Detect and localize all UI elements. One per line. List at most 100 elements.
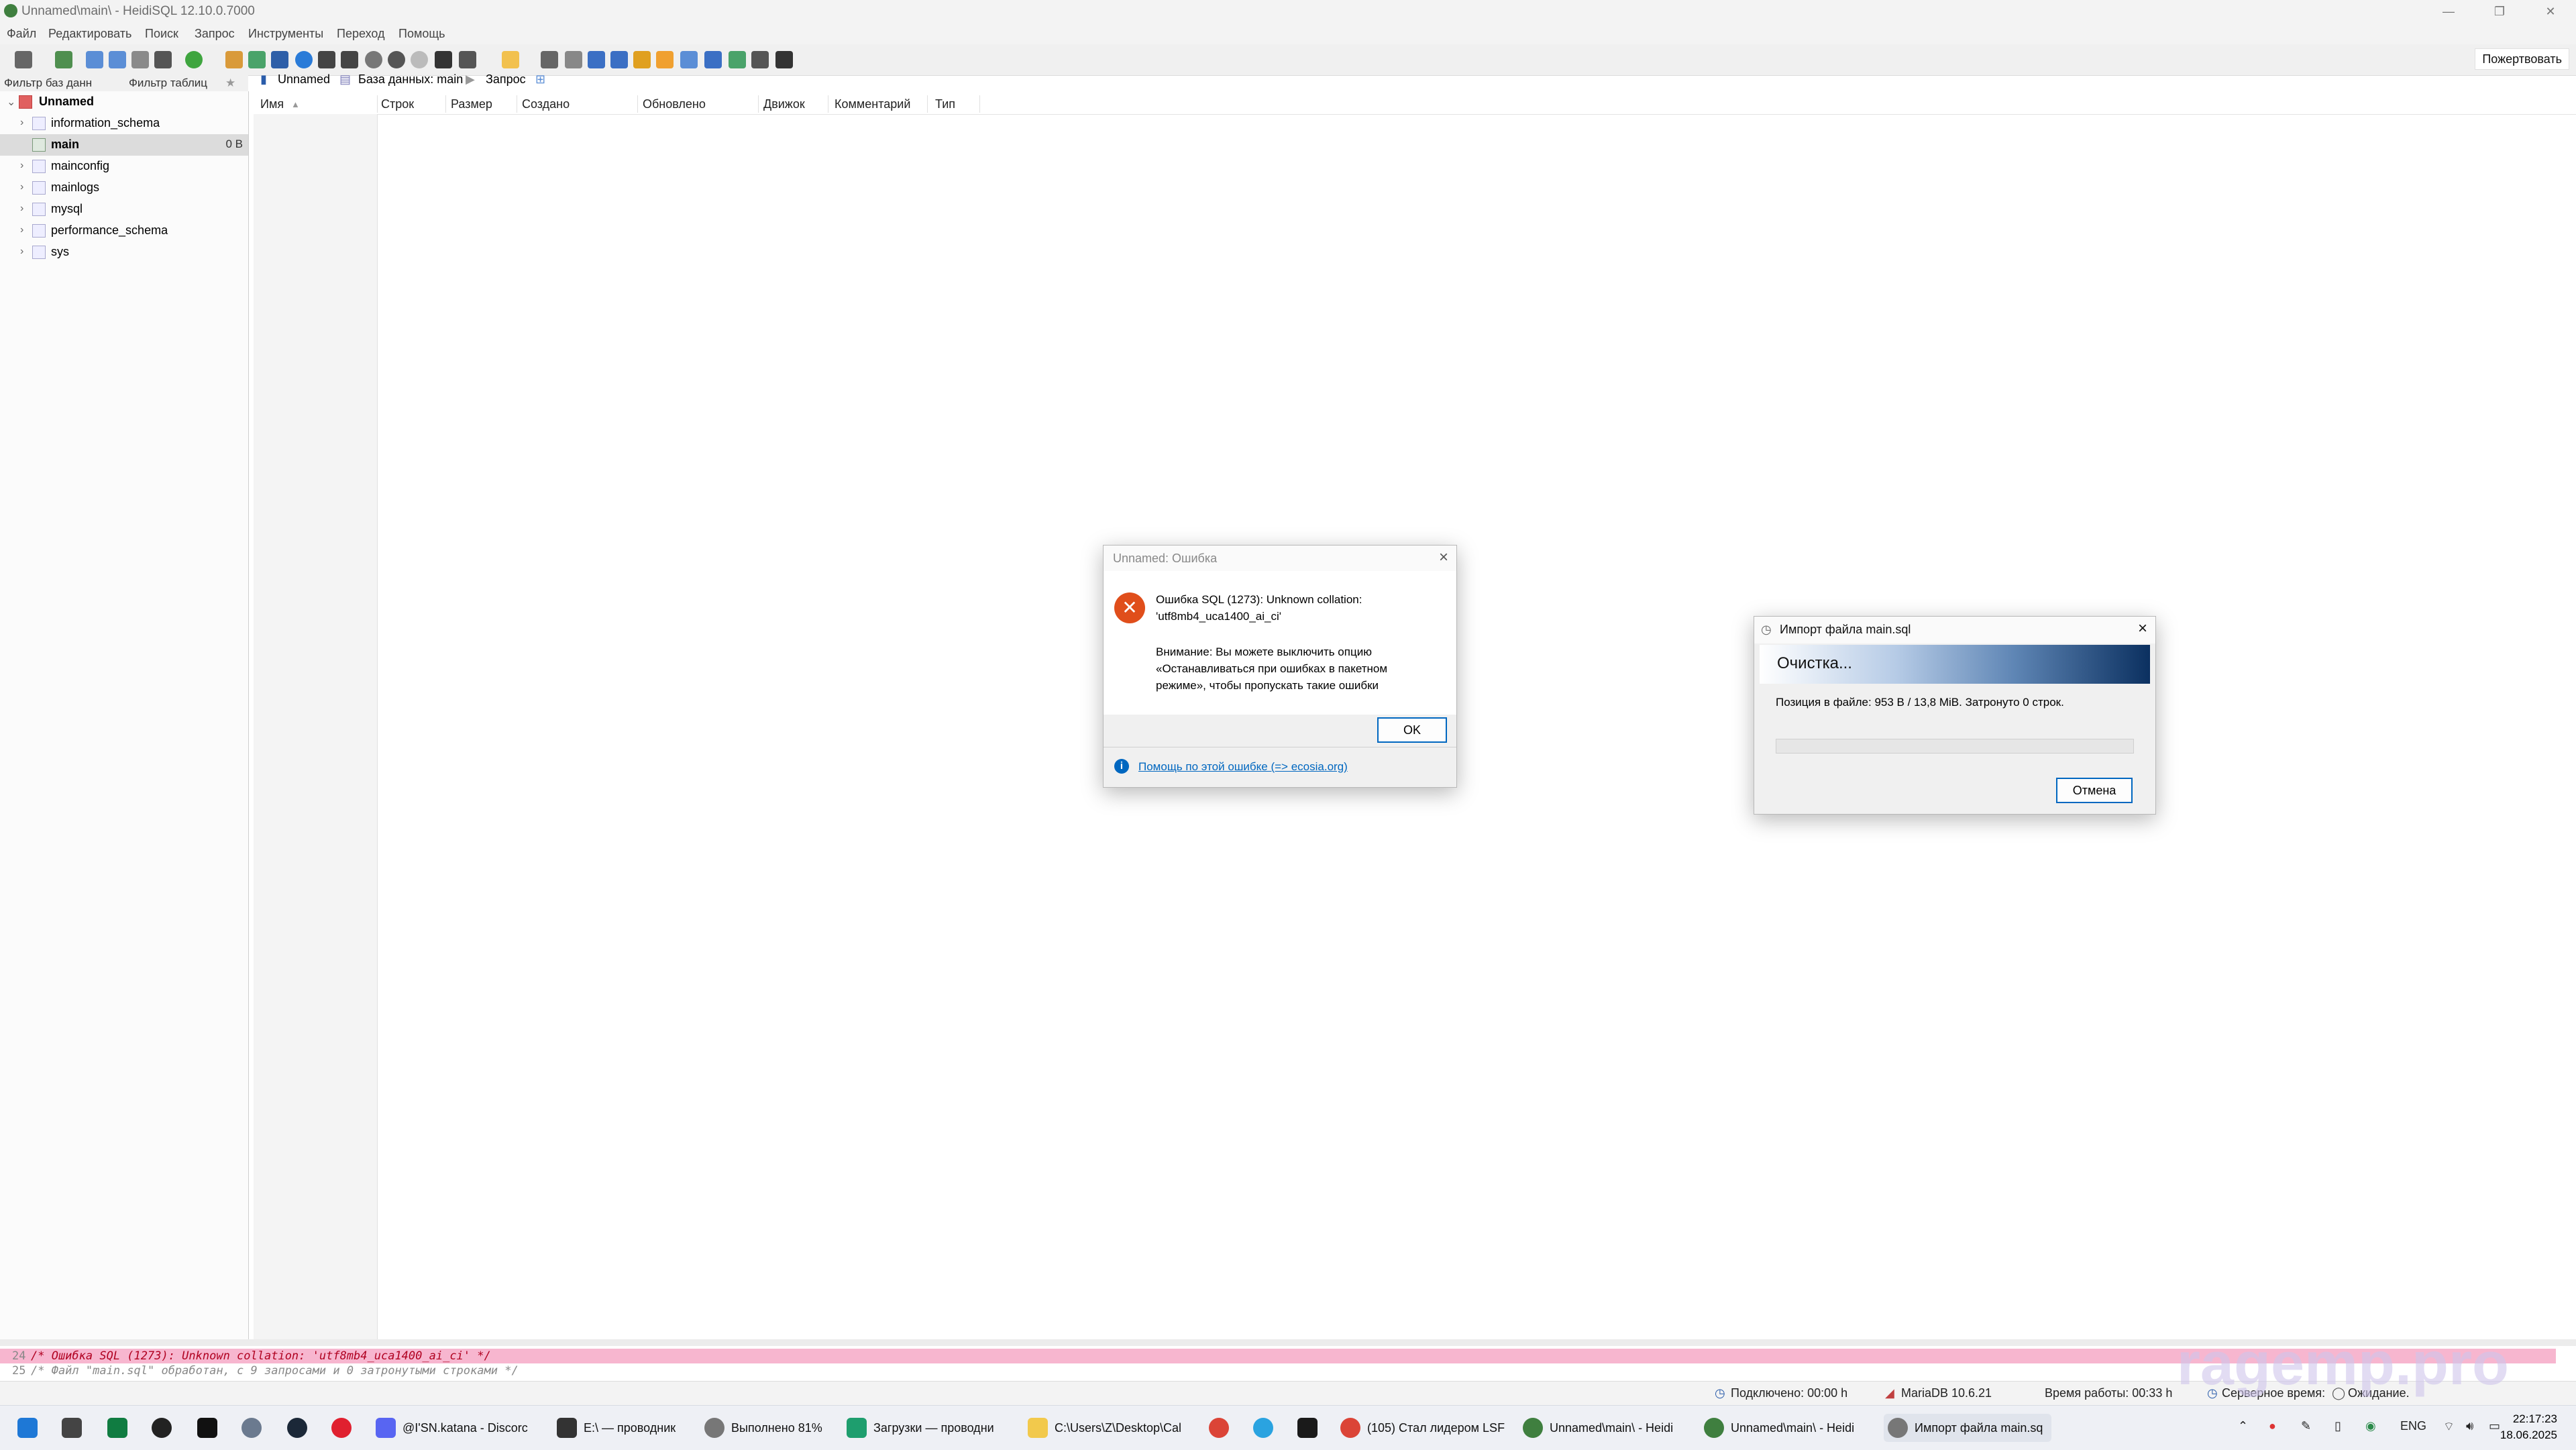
new-query-tab-icon[interactable]: ⊞ <box>535 72 545 87</box>
tree-item[interactable]: › mysql <box>0 199 248 220</box>
help-link[interactable]: Помощь по этой ошибке (=> ecosia.org) <box>1138 760 1348 774</box>
tree-item[interactable]: › mainlogs <box>0 177 248 199</box>
column-type[interactable]: Тип <box>935 97 955 111</box>
add-icon[interactable] <box>365 51 382 68</box>
taskbar-item-active[interactable]: Импорт файла main.sq <box>1884 1414 2051 1442</box>
expand-icon[interactable]: › <box>20 203 23 215</box>
first-icon[interactable] <box>318 51 335 68</box>
maintenance-icon[interactable] <box>248 51 266 68</box>
column-name[interactable]: Имя <box>260 97 284 111</box>
run-routine-icon[interactable] <box>633 51 651 68</box>
language-indicator[interactable]: ENG <box>2400 1419 2426 1433</box>
exit-icon[interactable] <box>775 51 793 68</box>
taskbar-item[interactable]: Unnamed\main\ - Heidi <box>1704 1414 1872 1442</box>
user-manager-icon[interactable] <box>225 51 243 68</box>
session-manager-icon[interactable] <box>15 51 32 68</box>
network-app-icon[interactable]: ◉ <box>2365 1419 2376 1433</box>
database-filter-input[interactable]: Фильтр баз данн <box>4 76 92 90</box>
restore-button[interactable]: ❐ <box>2474 0 2525 23</box>
volume-icon[interactable]: 🔊︎ <box>2466 1419 2473 1433</box>
column-comment[interactable]: Комментарий <box>835 97 910 111</box>
save-icon[interactable] <box>541 51 558 68</box>
cancel-icon[interactable] <box>435 51 452 68</box>
settings-icon[interactable] <box>751 51 769 68</box>
tree-item[interactable]: › sys <box>0 242 248 263</box>
delete-icon[interactable] <box>388 51 405 68</box>
column-updated[interactable]: Обновлено <box>643 97 706 111</box>
tree-item[interactable]: › performance_schema <box>0 220 248 242</box>
disconnect-icon[interactable] <box>55 51 72 68</box>
refresh-icon[interactable] <box>185 51 203 68</box>
tree-item[interactable]: › information_schema <box>0 113 248 134</box>
column-rows[interactable]: Строк <box>381 97 414 111</box>
expand-icon[interactable]: › <box>20 117 23 129</box>
table-filter-input[interactable]: Фильтр таблиц <box>129 76 207 90</box>
taskbar-item[interactable]: E:\ — проводник <box>557 1414 691 1442</box>
r-app-button[interactable] <box>1297 1414 1324 1442</box>
taskbar-item[interactable]: C:\Users\Z\Desktop\Cal <box>1028 1414 1195 1442</box>
star-icon[interactable]: ★ <box>225 76 235 90</box>
media-player-button[interactable] <box>152 1414 178 1442</box>
format-sql-icon[interactable] <box>656 51 674 68</box>
taskbar-item[interactable]: (105) Стал лидером LSF <box>1340 1414 1515 1442</box>
expand-icon[interactable]: › <box>20 224 23 236</box>
pen-icon[interactable]: ✎ <box>2301 1419 2311 1433</box>
taskbar-item[interactable]: Unnamed\main\ - Heidi <box>1523 1414 1690 1442</box>
tab-query[interactable]: Запрос <box>486 72 526 87</box>
post-icon[interactable] <box>411 51 428 68</box>
tree-item[interactable]: › mainconfig <box>0 156 248 177</box>
battery-icon[interactable]: ▭ <box>2489 1419 2500 1433</box>
print-icon[interactable] <box>154 51 172 68</box>
start-button[interactable] <box>17 1414 44 1442</box>
replace-icon[interactable] <box>610 51 628 68</box>
steam-button[interactable] <box>287 1414 314 1442</box>
menu-go[interactable]: Переход <box>337 27 385 41</box>
wifi-icon[interactable]: ⌔ <box>2443 1419 2455 1435</box>
help-icon[interactable] <box>295 51 313 68</box>
undo-icon[interactable] <box>131 51 149 68</box>
chrome-button[interactable] <box>1209 1414 1236 1442</box>
expand-icon[interactable]: › <box>20 181 23 193</box>
cancel-button[interactable]: Отмена <box>2056 778 2133 803</box>
opera-button[interactable] <box>331 1414 358 1442</box>
minimize-button[interactable]: — <box>2423 0 2474 23</box>
paste-icon[interactable] <box>109 51 126 68</box>
copy-icon[interactable] <box>86 51 103 68</box>
taskbar-item[interactable]: Загрузки — проводни <box>847 1414 1014 1442</box>
column-size[interactable]: Размер <box>451 97 492 111</box>
expand-icon[interactable]: › <box>20 160 23 172</box>
menu-search[interactable]: Поиск <box>145 27 178 41</box>
task-view-button[interactable] <box>62 1414 89 1442</box>
close-icon[interactable]: × <box>2138 619 2147 638</box>
column-created[interactable]: Создано <box>522 97 570 111</box>
tree-root[interactable]: ⌄ Unnamed <box>0 91 248 113</box>
tree-item-selected[interactable]: main 0 B <box>0 134 248 156</box>
ok-button[interactable]: OK <box>1377 717 1447 743</box>
find-icon[interactable] <box>588 51 605 68</box>
telegram-button[interactable] <box>1253 1414 1280 1442</box>
tab-database[interactable]: База данных: main <box>358 72 463 87</box>
close-icon[interactable]: × <box>1439 548 1448 567</box>
menu-query[interactable]: Запрос <box>195 27 235 41</box>
close-window-button[interactable]: ✕ <box>2525 0 2576 23</box>
taskbar-item[interactable]: Выполнено 81% <box>704 1414 839 1442</box>
tab-host[interactable]: Unnamed <box>278 72 330 87</box>
open-folder-icon[interactable] <box>502 51 519 68</box>
sync-icon[interactable] <box>729 51 746 68</box>
save-as-icon[interactable] <box>565 51 582 68</box>
taskbar-item[interactable]: @I'SN.katana - Discorc <box>376 1414 537 1442</box>
excel-button[interactable] <box>107 1414 134 1442</box>
menu-edit[interactable]: Редактировать <box>48 27 131 41</box>
rockstar-button[interactable] <box>197 1414 224 1442</box>
menu-tools[interactable]: Инструменты <box>248 27 323 41</box>
collapse-icon[interactable]: ⌄ <box>7 95 15 109</box>
binary-icon[interactable] <box>680 51 698 68</box>
column-engine[interactable]: Движок <box>763 97 805 111</box>
tray-app-icon[interactable]: ● <box>2269 1419 2276 1433</box>
menu-help[interactable]: Помощь <box>398 27 445 41</box>
settings-app-button[interactable] <box>241 1414 268 1442</box>
tray-overflow-icon[interactable]: ⌃ <box>2238 1419 2248 1433</box>
menu-file[interactable]: Файл <box>7 27 36 41</box>
expand-icon[interactable]: › <box>20 246 23 258</box>
last-icon[interactable] <box>341 51 358 68</box>
